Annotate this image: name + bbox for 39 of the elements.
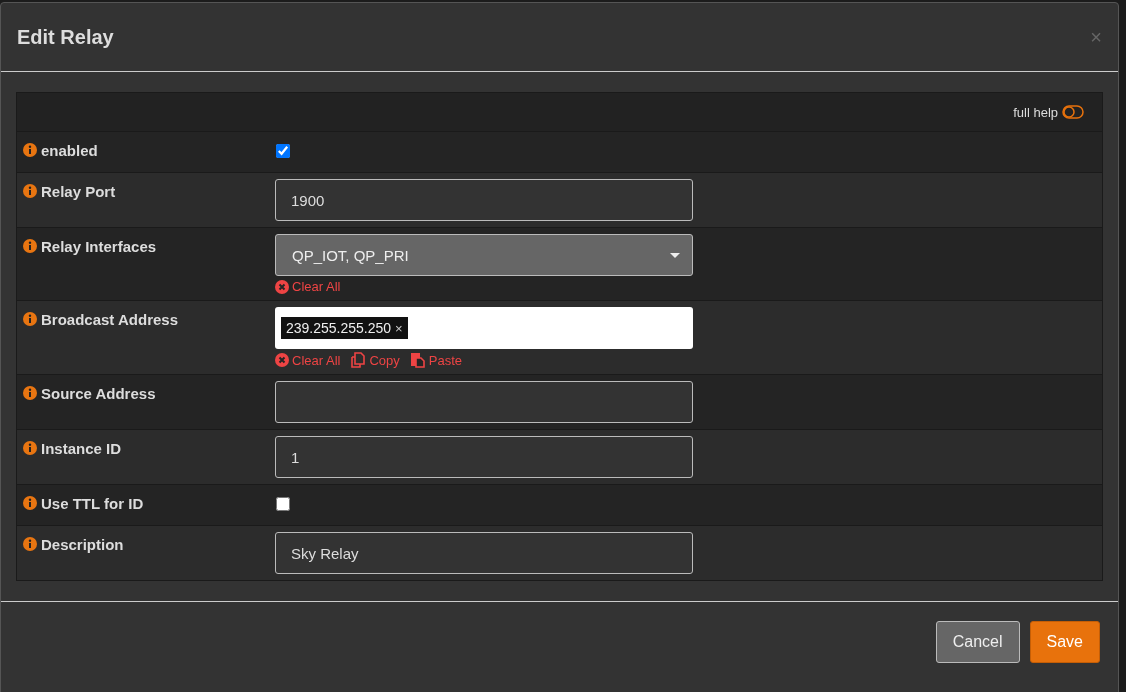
info-icon [23, 386, 37, 400]
clear-link[interactable]: Clear All [275, 352, 341, 368]
clear-link[interactable]: Clear All [275, 279, 341, 294]
field-label: Instance ID [41, 440, 122, 457]
field-label: enabled [41, 142, 98, 159]
dialog-title: Edit Relay [17, 25, 114, 49]
paste-icon [409, 352, 426, 368]
checkbox[interactable] [276, 497, 290, 511]
field-label: Use TTL for ID [41, 495, 144, 512]
address-tag: 239.255.255.250 × [281, 317, 408, 339]
dropdown[interactable]: QP_IOT, QP_PRI [275, 234, 693, 276]
field-label: Description [41, 536, 124, 553]
clear-icon [275, 279, 289, 294]
caret-icon [670, 252, 680, 258]
text-field[interactable]: 1900 [275, 179, 693, 221]
info-icon [23, 143, 37, 157]
copy-icon [350, 352, 367, 368]
copy-link[interactable]: Copy [350, 352, 400, 368]
text-field[interactable]: Sky Relay [275, 532, 693, 574]
info-icon [23, 312, 37, 326]
info-icon [23, 441, 37, 455]
paste-link[interactable]: Paste [409, 352, 463, 368]
field-label: Broadcast Address [41, 311, 178, 328]
field-label: Relay Interfaces [41, 238, 157, 255]
info-icon [23, 496, 37, 510]
save-button[interactable]: Save [1029, 621, 1100, 663]
info-icon [23, 239, 37, 253]
clear-icon [275, 353, 289, 367]
help-label: full help [1013, 104, 1058, 120]
field-label: Source Address [41, 385, 156, 402]
checkbox[interactable] [276, 144, 290, 158]
info-icon [23, 537, 37, 551]
tag-input[interactable]: 239.255.255.250 × [275, 307, 693, 349]
text-field[interactable] [275, 381, 693, 423]
toggle-icon[interactable] [1062, 105, 1084, 119]
text-field[interactable]: 1 [275, 436, 693, 478]
field-label: Relay Port [41, 183, 116, 200]
cancel-button[interactable]: Cancel [935, 621, 1020, 663]
info-icon [23, 184, 37, 198]
